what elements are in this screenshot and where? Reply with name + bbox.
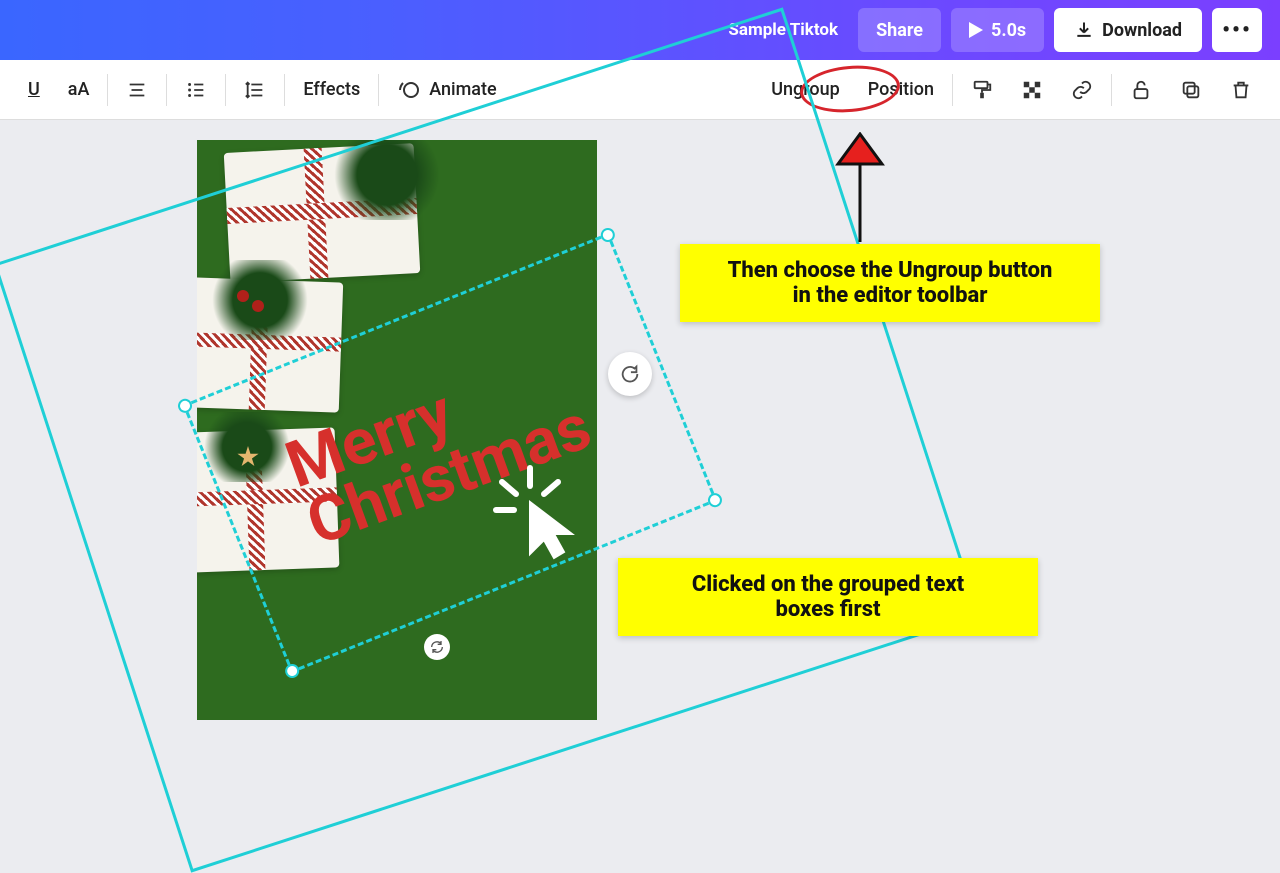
divider [952, 74, 953, 106]
copy-icon [1180, 79, 1202, 101]
click-cursor-icon [490, 462, 590, 562]
lock-icon [1130, 79, 1152, 101]
lock-button[interactable] [1116, 79, 1166, 101]
link-button[interactable] [1057, 79, 1107, 101]
ungroup-button[interactable]: Ungroup [757, 79, 853, 100]
workspace[interactable]: Merry Christmas Then choose the Ungroup … [0, 120, 1280, 720]
share-button[interactable]: Share [858, 8, 941, 52]
duration-label: 5.0s [991, 20, 1026, 41]
style-copy-button[interactable] [957, 79, 1007, 101]
editor-toolbar: U aA Effects Animate Ungroup Position [0, 60, 1280, 120]
rotate-icon [619, 363, 641, 385]
app-header: Sample Tiktok Share 5.0s Download ••• [0, 0, 1280, 60]
divider [107, 74, 108, 106]
animate-button[interactable]: Animate [383, 60, 510, 119]
share-label: Share [876, 20, 923, 41]
link-icon [1071, 79, 1093, 101]
motion-circle-icon [397, 78, 421, 102]
underline-button[interactable]: U [14, 60, 54, 119]
project-title: Sample Tiktok [728, 20, 838, 40]
trash-icon [1230, 79, 1252, 101]
align-icon [126, 79, 148, 101]
play-button[interactable]: 5.0s [951, 8, 1044, 52]
play-icon [969, 22, 983, 38]
pine-decor [197, 412, 297, 482]
list-icon [185, 79, 207, 101]
download-icon [1074, 20, 1094, 40]
pine-decor [327, 140, 447, 220]
download-label: Download [1102, 20, 1182, 41]
list-button[interactable] [171, 60, 221, 119]
annotation-callout: Clicked on the grouped text boxes first [618, 558, 1038, 636]
spacing-button[interactable] [230, 60, 280, 119]
annotation-callout: Then choose the Ungroup button in the ed… [680, 244, 1100, 322]
align-button[interactable] [112, 60, 162, 119]
divider [225, 74, 226, 106]
text-size-button[interactable]: aA [54, 60, 104, 119]
more-icon: ••• [1222, 18, 1252, 43]
more-button[interactable]: ••• [1212, 8, 1262, 52]
spacing-icon [244, 79, 266, 101]
berry-decor [237, 290, 249, 302]
sync-handle[interactable] [424, 634, 450, 660]
sync-icon [429, 639, 445, 655]
download-button[interactable]: Download [1054, 8, 1202, 52]
transparency-icon [1021, 79, 1043, 101]
design-canvas[interactable] [197, 140, 597, 720]
position-button[interactable]: Position [854, 79, 948, 100]
transparency-button[interactable] [1007, 79, 1057, 101]
toolbar-right: Ungroup Position [757, 74, 1266, 106]
delete-button[interactable] [1216, 79, 1266, 101]
duplicate-button[interactable] [1166, 79, 1216, 101]
divider [284, 74, 285, 106]
annotation-arrow [830, 132, 890, 242]
effects-button[interactable]: Effects [289, 60, 374, 119]
paint-roller-icon [971, 79, 993, 101]
divider [166, 74, 167, 106]
rotate-handle[interactable] [608, 352, 652, 396]
divider [1111, 74, 1112, 106]
divider [378, 74, 379, 106]
berry-decor [252, 300, 264, 312]
